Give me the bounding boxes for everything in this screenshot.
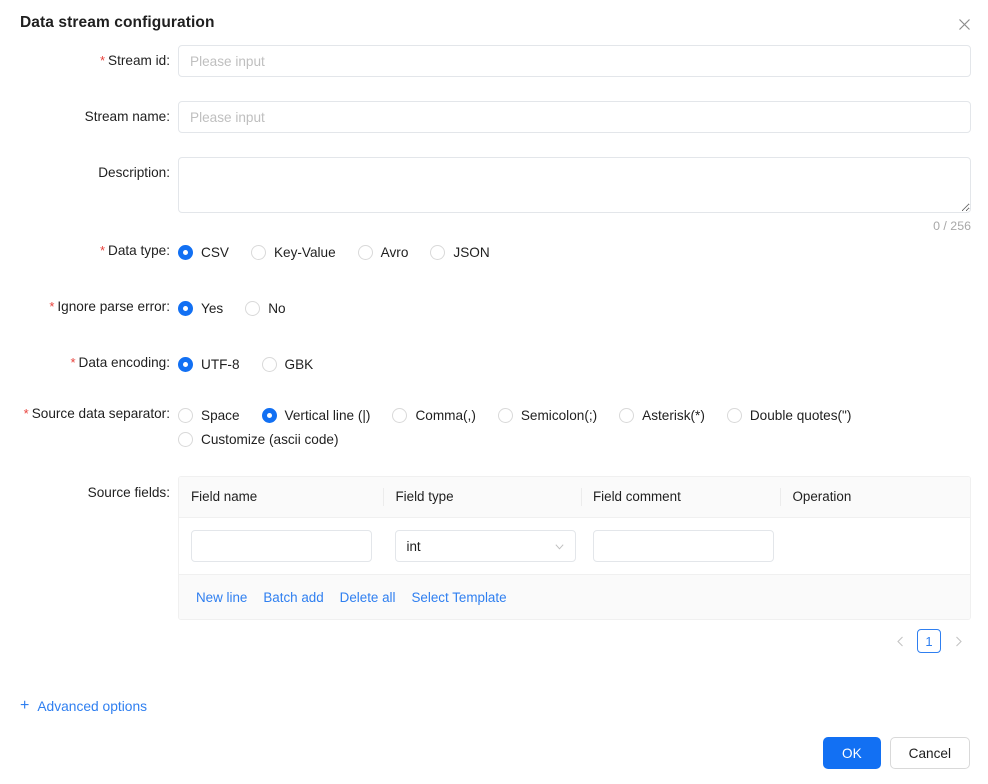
ok-button[interactable]: OK (823, 737, 881, 769)
radio-separator-comma[interactable]: Comma(,) (392, 403, 475, 427)
radio-separator-customize[interactable]: Customize (ascii code) (178, 427, 339, 451)
source-fields-table: Field name Field type Field comment Oper… (178, 476, 971, 620)
label-description: Description: (0, 165, 170, 180)
close-icon-glyph (958, 18, 971, 31)
radio-indicator (262, 357, 277, 372)
source-data-separator-radio-group: Space Vertical line (|) Comma(,) Semicol… (178, 403, 978, 451)
data-encoding-radio-group: UTF-8 GBK (178, 352, 335, 376)
required-star: * (24, 406, 29, 421)
radio-indicator (178, 432, 193, 447)
dialog-title: Data stream configuration (20, 14, 215, 32)
label-source-fields: Source fields: (0, 485, 170, 500)
chevron-left-icon[interactable] (888, 629, 912, 653)
radio-indicator (178, 301, 193, 316)
radio-indicator (251, 245, 266, 260)
dialog-footer: OK Cancel (823, 737, 970, 769)
table-actions-bar: New line Batch add Delete all Select Tem… (179, 574, 970, 619)
cancel-button[interactable]: Cancel (890, 737, 970, 769)
radio-separator-asterisk[interactable]: Asterisk(*) (619, 403, 705, 427)
radio-indicator (392, 408, 407, 423)
radio-indicator (178, 357, 193, 372)
chevron-down-icon (554, 541, 565, 552)
radio-data-encoding-utf8[interactable]: UTF-8 (178, 352, 240, 376)
advanced-options-label: Advanced options (37, 699, 147, 714)
data-stream-configuration-dialog: Data stream configuration *Stream id: St… (0, 0, 988, 784)
radio-separator-semicolon[interactable]: Semicolon(;) (498, 403, 597, 427)
label-source-data-separator: *Source data separator: (0, 406, 170, 421)
radio-indicator (619, 408, 634, 423)
field-type-select[interactable]: int (395, 530, 576, 562)
radio-data-type-json[interactable]: JSON (430, 240, 489, 264)
radio-indicator (178, 245, 193, 260)
field-name-input[interactable] (191, 530, 372, 562)
radio-data-type-key-value[interactable]: Key-Value (251, 240, 336, 264)
cell-field-comment (581, 530, 781, 562)
ignore-parse-error-radio-group: Yes No (178, 296, 308, 320)
column-header-operation: Operation (780, 487, 970, 507)
description-char-counter: 0 / 256 (178, 219, 971, 233)
required-star: * (49, 299, 54, 314)
plus-icon: + (20, 698, 29, 714)
radio-separator-space[interactable]: Space (178, 403, 240, 427)
new-line-button[interactable]: New line (188, 590, 255, 605)
table-header-row: Field name Field type Field comment Oper… (179, 477, 970, 518)
cell-field-name (179, 530, 383, 562)
column-header-field-type: Field type (383, 487, 581, 507)
radio-indicator (430, 245, 445, 260)
stream-id-input[interactable] (178, 45, 971, 77)
radio-data-type-csv[interactable]: CSV (178, 240, 229, 264)
advanced-options-toggle[interactable]: + Advanced options (20, 698, 147, 714)
radio-data-encoding-gbk[interactable]: GBK (262, 352, 314, 376)
select-template-button[interactable]: Select Template (404, 590, 515, 605)
description-textarea[interactable] (178, 157, 971, 213)
data-type-radio-group: CSV Key-Value Avro JSON (178, 240, 512, 264)
column-header-field-comment: Field comment (581, 487, 781, 507)
chevron-right-icon[interactable] (946, 629, 970, 653)
cell-field-type: int (383, 530, 581, 562)
close-icon[interactable] (952, 12, 976, 36)
radio-indicator (262, 408, 277, 423)
required-star: * (100, 53, 105, 68)
chevron-right-glyph (954, 636, 963, 647)
batch-add-button[interactable]: Batch add (255, 590, 331, 605)
radio-indicator (358, 245, 373, 260)
label-stream-name: Stream name: (0, 109, 170, 124)
pagination: 1 (888, 629, 970, 653)
table-row: int (179, 518, 970, 574)
pagination-page-1[interactable]: 1 (917, 629, 941, 653)
radio-data-type-avro[interactable]: Avro (358, 240, 409, 264)
delete-all-button[interactable]: Delete all (332, 590, 404, 605)
stream-name-input[interactable] (178, 101, 971, 133)
column-header-field-name: Field name (179, 487, 383, 507)
label-data-type: *Data type: (0, 243, 170, 258)
label-ignore-parse-error: *Ignore parse error: (0, 299, 170, 314)
radio-separator-vertical-line[interactable]: Vertical line (|) (262, 403, 371, 427)
label-stream-id: *Stream id: (0, 53, 170, 68)
radio-indicator (498, 408, 513, 423)
chevron-left-glyph (896, 636, 905, 647)
field-type-selected-value: int (406, 539, 554, 554)
radio-separator-double-quotes[interactable]: Double quotes(") (727, 403, 852, 427)
radio-indicator (245, 301, 260, 316)
radio-ignore-parse-error-no[interactable]: No (245, 296, 285, 320)
field-comment-input[interactable] (593, 530, 774, 562)
required-star: * (100, 243, 105, 258)
radio-ignore-parse-error-yes[interactable]: Yes (178, 296, 223, 320)
required-star: * (70, 355, 75, 370)
radio-indicator (178, 408, 193, 423)
radio-indicator (727, 408, 742, 423)
label-data-encoding: *Data encoding: (0, 355, 170, 370)
